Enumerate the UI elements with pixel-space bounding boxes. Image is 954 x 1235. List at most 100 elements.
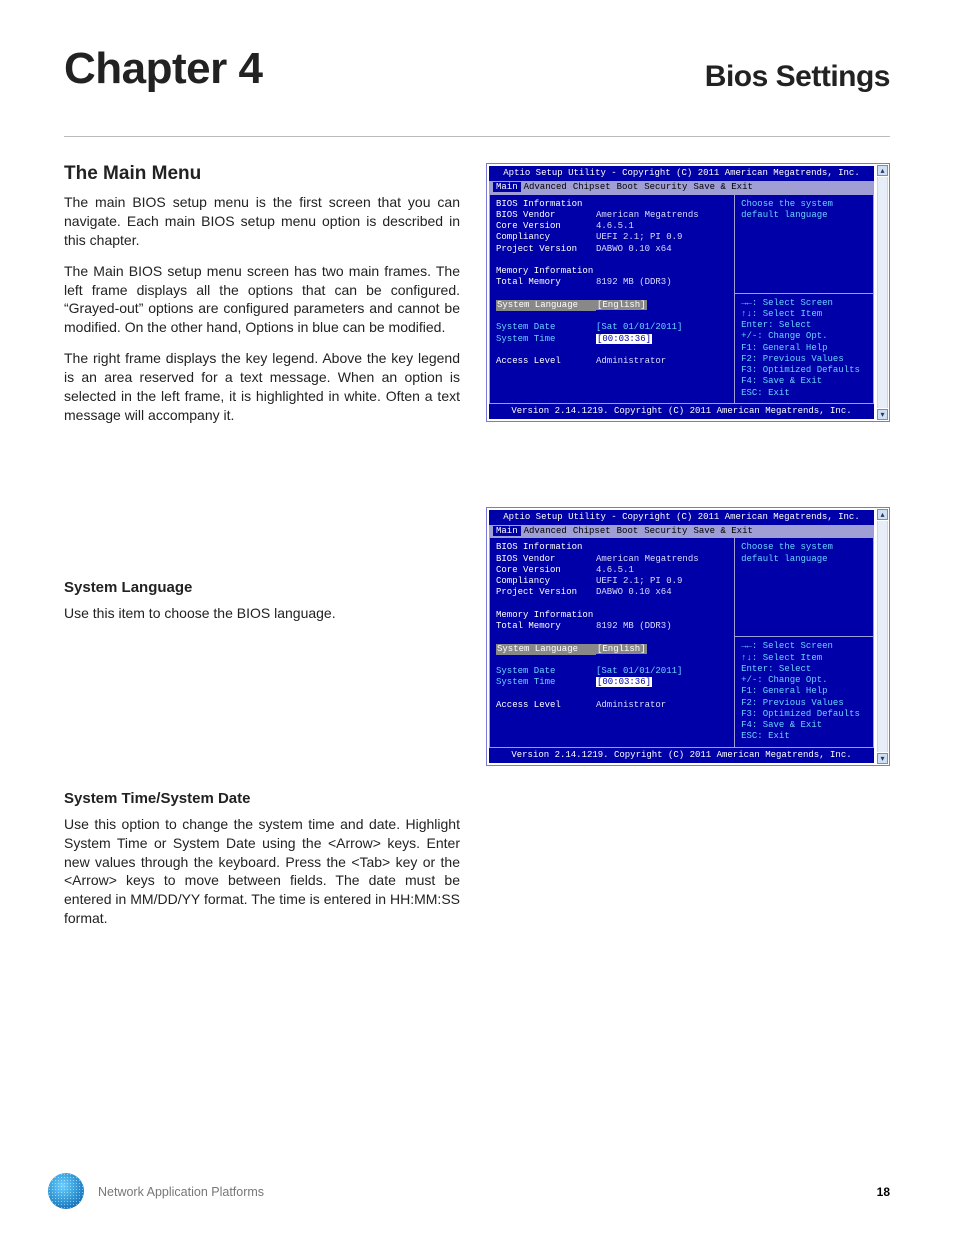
field-label: Core Version <box>496 565 596 576</box>
field-label: Core Version <box>496 221 596 232</box>
field-value: UEFI 2.1; PI 0.9 <box>596 232 682 242</box>
legend-line: ↑↓: Select Item <box>741 653 867 664</box>
group-biosinfo: BIOS Information <box>496 199 728 210</box>
legend-line: ↑↓: Select Item <box>741 309 867 320</box>
tab-chipset: Chipset <box>570 526 614 536</box>
field-value: American Megatrends <box>596 554 699 564</box>
para: The right frame displays the key legend.… <box>64 349 460 425</box>
field-value-selected: [English] <box>596 644 647 654</box>
field-label: Total Memory <box>496 277 596 288</box>
help-line: Choose the system <box>741 199 867 210</box>
field-value: Administrator <box>596 700 666 710</box>
para: The Main BIOS setup menu screen has two … <box>64 262 460 338</box>
legend-line: Enter: Select <box>741 320 867 331</box>
field-value: Administrator <box>596 356 666 366</box>
bios-title: Aptio Setup Utility - Copyright (C) 2011… <box>489 166 874 181</box>
scrollbar <box>877 177 888 408</box>
legend-line: F1: General Help <box>741 686 867 697</box>
field-system-time: System Time <box>496 677 596 688</box>
tab-advanced: Advanced <box>521 182 570 192</box>
heading-system-language: System Language <box>64 579 460 596</box>
help-line: default language <box>741 554 867 565</box>
heading-system-time-date: System Time/System Date <box>64 790 460 807</box>
legend-line: ESC: Exit <box>741 731 867 742</box>
chapter-title: Chapter 4 <box>64 44 262 94</box>
page-number: 18 <box>877 1185 890 1199</box>
legend-line: F3: Optimized Defaults <box>741 709 867 720</box>
para: Use this option to change the system tim… <box>64 815 460 928</box>
field-system-language: System Language <box>496 644 596 655</box>
tab-chipset: Chipset <box>570 182 614 192</box>
field-system-time: System Time <box>496 334 596 345</box>
bios-footer: Version 2.14.1219. Copyright (C) 2011 Am… <box>489 404 874 419</box>
field-system-date: System Date <box>496 666 596 677</box>
bios-screenshot-2: ▴ ▾ Aptio Setup Utility - Copyright (C) … <box>486 507 890 766</box>
field-access-level: Access Level <box>496 356 596 367</box>
field-value-active: [00:03:36] <box>596 677 652 687</box>
page-title-bios-settings: Bios Settings <box>705 60 890 94</box>
field-value: 8192 MB (DDR3) <box>596 621 672 631</box>
field-label: Project Version <box>496 587 596 598</box>
field-label: BIOS Vendor <box>496 210 596 221</box>
legend-line: +/-: Change Opt. <box>741 331 867 342</box>
help-line: Choose the system <box>741 542 867 553</box>
tab-main: Main <box>493 526 521 536</box>
field-system-date: System Date <box>496 322 596 333</box>
legend-line: F1: General Help <box>741 343 867 354</box>
heading-main-menu: The Main Menu <box>64 163 460 185</box>
tab-security: Security <box>641 526 690 536</box>
footer-text: Network Application Platforms <box>98 1185 264 1199</box>
tab-advanced: Advanced <box>521 526 570 536</box>
field-value: [Sat 01/01/2011] <box>596 666 682 676</box>
tab-boot: Boot <box>614 526 642 536</box>
field-value: American Megatrends <box>596 210 699 220</box>
legend-line: F4: Save & Exit <box>741 376 867 387</box>
legend-line: →←: Select Screen <box>741 641 867 652</box>
scroll-up-icon: ▴ <box>877 509 888 520</box>
tab-boot: Boot <box>614 182 642 192</box>
field-value-selected: [English] <box>596 300 647 310</box>
tab-main: Main <box>493 182 521 192</box>
bios-screenshot-1: ▴ ▾ Aptio Setup Utility - Copyright (C) … <box>486 163 890 422</box>
bios-menubar: MainAdvancedChipsetBootSecuritySave & Ex… <box>489 525 874 538</box>
scrollbar <box>877 521 888 752</box>
field-value: 4.6.5.1 <box>596 221 634 231</box>
tab-save-exit: Save & Exit <box>690 526 755 536</box>
field-value: DABWO 0.10 x64 <box>596 587 672 597</box>
bios-menubar: MainAdvancedChipsetBootSecuritySave & Ex… <box>489 181 874 194</box>
bios-title: Aptio Setup Utility - Copyright (C) 2011… <box>489 510 874 525</box>
legend-line: →←: Select Screen <box>741 298 867 309</box>
field-system-language: System Language <box>496 300 596 311</box>
legend-line: F3: Optimized Defaults <box>741 365 867 376</box>
group-meminfo: Memory Information <box>496 266 728 277</box>
para: The main BIOS setup menu is the first sc… <box>64 193 460 250</box>
bios-footer: Version 2.14.1219. Copyright (C) 2011 Am… <box>489 748 874 763</box>
legend-line: +/-: Change Opt. <box>741 675 867 686</box>
field-value: DABWO 0.10 x64 <box>596 244 672 254</box>
field-value-active: [00:03:36] <box>596 334 652 344</box>
tab-security: Security <box>641 182 690 192</box>
field-label: Project Version <box>496 244 596 255</box>
legend-line: F4: Save & Exit <box>741 720 867 731</box>
help-line: default language <box>741 210 867 221</box>
field-value: 8192 MB (DDR3) <box>596 277 672 287</box>
scroll-down-icon: ▾ <box>877 753 888 764</box>
field-value: [Sat 01/01/2011] <box>596 322 682 332</box>
field-value: 4.6.5.1 <box>596 565 634 575</box>
field-label: Total Memory <box>496 621 596 632</box>
legend-line: Enter: Select <box>741 664 867 675</box>
para: Use this item to choose the BIOS languag… <box>64 604 460 623</box>
field-access-level: Access Level <box>496 700 596 711</box>
field-label: Compliancy <box>496 576 596 587</box>
group-meminfo: Memory Information <box>496 610 728 621</box>
divider <box>64 136 890 137</box>
tab-save-exit: Save & Exit <box>690 182 755 192</box>
field-value: UEFI 2.1; PI 0.9 <box>596 576 682 586</box>
legend-line: F2: Previous Values <box>741 698 867 709</box>
legend-line: F2: Previous Values <box>741 354 867 365</box>
scroll-up-icon: ▴ <box>877 165 888 176</box>
legend-line: ESC: Exit <box>741 388 867 399</box>
group-biosinfo: BIOS Information <box>496 542 728 553</box>
logo-icon <box>48 1173 86 1211</box>
field-label: Compliancy <box>496 232 596 243</box>
